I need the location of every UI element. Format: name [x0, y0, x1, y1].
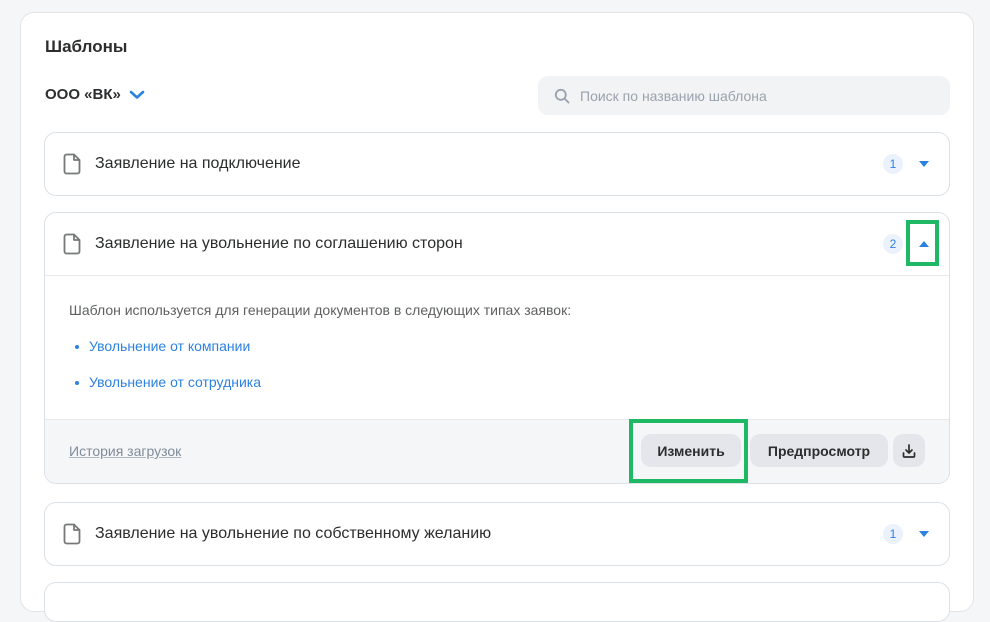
document-icon — [63, 523, 81, 545]
edit-button[interactable]: Изменить — [641, 434, 741, 467]
request-types-list: Увольнение от компании Увольнение от сот… — [69, 338, 925, 410]
template-title: Заявление на увольнение по собственному … — [95, 525, 492, 542]
document-icon — [63, 233, 81, 255]
list-item: Увольнение от сотрудника — [69, 374, 925, 410]
template-item-partial — [44, 582, 950, 622]
page-title: Шаблоны — [45, 37, 128, 56]
document-icon — [63, 153, 81, 175]
caret-down-icon — [919, 161, 929, 167]
template-actions: История загрузок Изменить Предпросмотр — [45, 419, 949, 483]
count-badge: 2 — [883, 234, 903, 254]
list-item: Увольнение от компании — [69, 338, 925, 374]
caret-down-icon — [919, 531, 929, 537]
expand-toggle[interactable] — [917, 527, 931, 541]
template-header[interactable]: Заявление на увольнение по собственному … — [45, 503, 949, 565]
template-header[interactable]: Заявление на подключение 1 — [45, 133, 949, 195]
chevron-down-icon — [129, 90, 145, 100]
template-details: Шаблон используется для генерации докуме… — [45, 275, 949, 419]
template-item: Заявление на увольнение по собственному … — [44, 502, 950, 566]
template-title: Заявление на увольнение по соглашению ст… — [95, 235, 463, 252]
organization-select[interactable]: ООО «ВК» — [45, 86, 145, 103]
template-item-expanded: Заявление на увольнение по соглашению ст… — [44, 212, 950, 484]
preview-button[interactable]: Предпросмотр — [750, 434, 888, 467]
expand-toggle[interactable] — [917, 157, 931, 171]
search-icon — [554, 88, 570, 104]
template-header[interactable]: Заявление на увольнение по соглашению ст… — [45, 213, 949, 275]
download-icon — [901, 443, 917, 459]
count-badge: 1 — [883, 154, 903, 174]
request-type-link[interactable]: Увольнение от сотрудника — [89, 374, 261, 390]
templates-panel: Шаблоны ООО «ВК» Заявление на подключени… — [20, 12, 974, 622]
template-description: Шаблон используется для генерации докуме… — [69, 302, 572, 318]
request-type-link[interactable]: Увольнение от компании — [89, 338, 250, 354]
collapse-toggle[interactable] — [917, 237, 931, 251]
template-title: Заявление на подключение — [95, 155, 301, 172]
caret-up-icon — [919, 241, 929, 247]
organization-name: ООО «ВК» — [45, 86, 121, 103]
template-item: Заявление на подключение 1 — [44, 132, 950, 196]
count-badge: 1 — [883, 524, 903, 544]
download-button[interactable] — [893, 434, 925, 467]
search-box[interactable] — [538, 76, 950, 115]
search-input[interactable] — [580, 87, 920, 104]
upload-history-link[interactable]: История загрузок — [69, 443, 181, 459]
